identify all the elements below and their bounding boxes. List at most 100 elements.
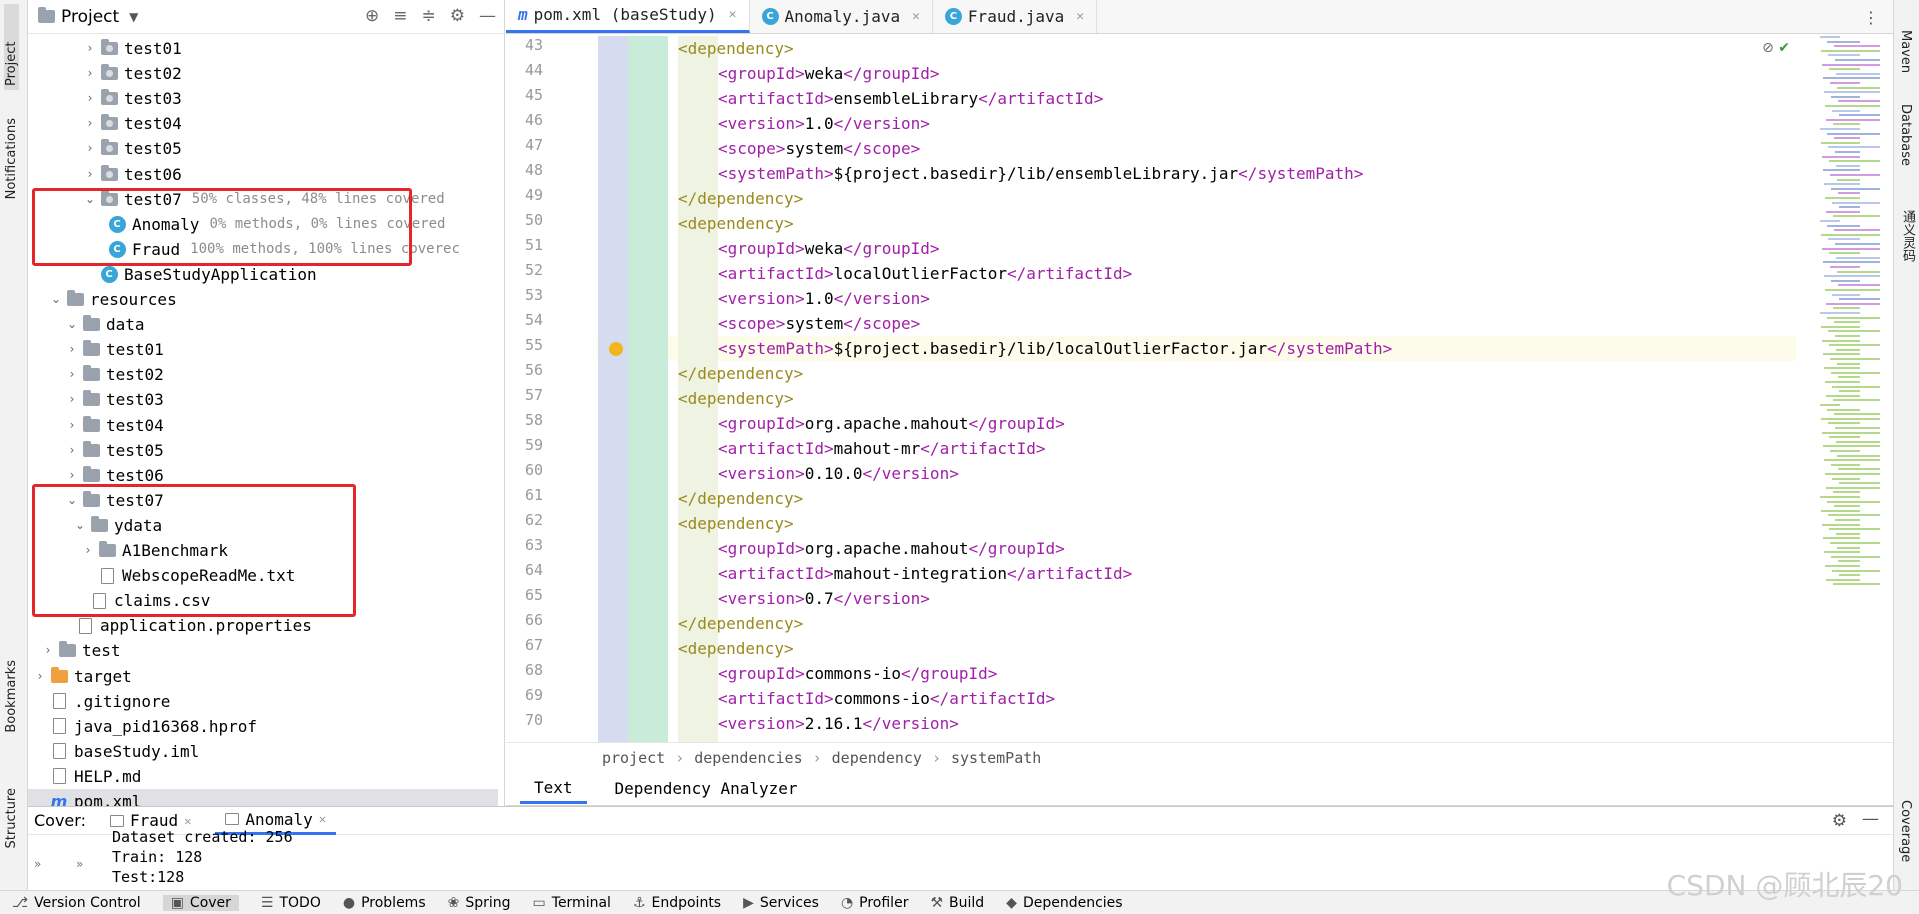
code-line: <artifactId>mahout-integration</artifact… — [718, 564, 1133, 583]
chevron-right-icon[interactable]: › — [64, 362, 80, 387]
tree-item[interactable]: › test02 — [82, 61, 182, 86]
expand-icon[interactable]: » — [34, 857, 41, 871]
breadcrumb-item[interactable]: dependencies — [694, 749, 802, 767]
tree-item-label: HELP.md — [74, 766, 142, 786]
chevron-right-icon[interactable]: › — [64, 413, 80, 438]
close-icon[interactable]: ✕ — [1076, 9, 1084, 24]
tab-fraud-java[interactable]: C Fraud.java ✕ — [933, 0, 1098, 33]
collapse-all-icon[interactable]: ≑ — [422, 6, 436, 26]
tab-label: Fraud.java — [967, 6, 1065, 26]
tree-item[interactable]: › test04 — [64, 413, 164, 438]
chevron-right-icon[interactable]: › — [40, 638, 56, 663]
tree-item[interactable]: ⌄ data — [64, 312, 145, 337]
chevron-right-icon[interactable]: › — [64, 438, 80, 463]
chevron-right-icon[interactable]: › — [82, 111, 98, 136]
project-panel-title[interactable]: Project — [61, 7, 119, 27]
tree-item[interactable]: › test03 — [82, 86, 182, 111]
chevron-right-icon[interactable]: › — [82, 86, 98, 111]
tree-item[interactable]: › test03 — [64, 387, 164, 412]
reader-mode-icon[interactable]: ⊘ ✔ — [1762, 40, 1790, 56]
tree-item[interactable]: › test05 — [64, 438, 164, 463]
maven-tool-button[interactable]: Maven — [1898, 30, 1913, 73]
tree-item[interactable]: › test06 — [82, 162, 182, 187]
minimap-stripe — [1831, 463, 1860, 466]
minimap-stripe — [1831, 371, 1880, 374]
breadcrumb-item[interactable]: dependency — [832, 749, 922, 767]
chevron-down-icon[interactable]: ⌄ — [48, 287, 64, 312]
tree-item[interactable]: › test01 — [64, 337, 164, 362]
structure-tool-button[interactable]: Structure — [4, 788, 19, 848]
toolbar-endpoints[interactable]: ⚓ Endpoints — [633, 895, 721, 911]
toolbar-dependencies[interactable]: ◆ Dependencies — [1006, 895, 1122, 911]
tree-item[interactable]: › target — [32, 664, 132, 689]
tab-pom-xml[interactable]: m pom.xml (baseStudy) ✕ — [506, 0, 750, 33]
chevron-right-icon[interactable]: › — [82, 162, 98, 187]
project-tool-button[interactable]: Project — [4, 4, 19, 90]
chevron-right-icon[interactable]: › — [64, 337, 80, 362]
tab-anomaly-java[interactable]: C Anomaly.java ✕ — [750, 0, 933, 33]
chevron-right-icon[interactable]: › — [64, 387, 80, 412]
chevron-right-icon[interactable]: › — [82, 61, 98, 86]
locate-icon[interactable]: ⊕ — [365, 6, 379, 26]
chevron-right-icon[interactable]: › — [82, 136, 98, 161]
close-icon[interactable]: ✕ — [729, 7, 737, 22]
minimap-stripe — [1835, 335, 1860, 337]
close-icon[interactable]: ✕ — [184, 814, 191, 828]
toolbar-todo[interactable]: ☰ TODO — [261, 895, 321, 911]
tree-item-label: test02 — [106, 365, 164, 385]
bookmarks-tool-button[interactable]: Bookmarks — [4, 660, 19, 733]
toolbar-spring[interactable]: ❀ Spring — [448, 895, 511, 911]
close-icon[interactable]: ✕ — [319, 812, 326, 826]
chevron-right-icon[interactable]: › — [32, 664, 48, 689]
tree-item[interactable]: .gitignore — [32, 689, 170, 714]
tree-item[interactable]: java_pid16368.hprof — [32, 714, 257, 739]
chevron-down-icon[interactable]: ▼ — [129, 10, 138, 24]
chevron-down-icon[interactable]: ⌄ — [64, 312, 80, 337]
tree-item[interactable]: › test01 — [82, 36, 182, 61]
database-tool-button[interactable]: Database — [1898, 104, 1913, 166]
tongyi-tool-button[interactable]: 通义灵码 — [1898, 210, 1917, 262]
toolbar-profiler[interactable]: ◔ Profiler — [841, 895, 909, 911]
expand-icon[interactable]: » — [76, 857, 83, 871]
error-stripe-minimap[interactable] — [1820, 36, 1893, 736]
breadcrumb-item[interactable]: systemPath — [951, 749, 1041, 767]
tree-item[interactable]: baseStudy.iml — [32, 739, 199, 764]
lightbulb-icon[interactable] — [609, 342, 623, 356]
minimap-stripe — [1832, 201, 1880, 204]
minimap-stripe — [1828, 54, 1860, 57]
gear-icon[interactable]: ⚙ — [450, 6, 465, 26]
gear-icon[interactable]: ⚙ — [1832, 811, 1847, 831]
toolbar-cover[interactable]: ▣ Cover — [162, 894, 239, 911]
expand-all-icon[interactable]: ≡ — [393, 6, 407, 26]
breadcrumb-item[interactable]: project — [602, 749, 665, 767]
notifications-tool-button[interactable]: Notifications — [4, 118, 19, 199]
more-tabs-icon[interactable]: ⋮ — [1863, 8, 1879, 27]
left-tool-strip: Project Notifications Bookmarks Structur… — [0, 0, 28, 890]
tree-item[interactable]: › test02 — [64, 362, 164, 387]
toolbar-services[interactable]: ▶ Services — [743, 895, 819, 911]
hide-icon[interactable]: — — [479, 6, 496, 26]
tree-item[interactable]: ⌄ resources — [48, 287, 177, 312]
toolbar-build[interactable]: ⚒ Build — [930, 895, 984, 911]
tree-item[interactable]: application.properties — [58, 613, 312, 638]
tab-text[interactable]: Text — [520, 774, 587, 804]
minimap-stripe — [1836, 164, 1860, 167]
tool-label: Profiler — [859, 894, 909, 911]
code-view[interactable]: 43 44 45 46 47 48 49 50 51 52 53 54 55 56 57 58 59 60 61 62… — [506, 36, 1796, 742]
toolbar-problems[interactable]: ● Problems — [343, 895, 426, 911]
close-icon[interactable]: ✕ — [912, 9, 920, 24]
toolbar-terminal[interactable]: ▭ Terminal — [533, 895, 611, 911]
minimap-stripe — [1820, 128, 1860, 130]
tree-item[interactable]: HELP.md — [32, 764, 141, 789]
hide-icon[interactable]: — — [1862, 809, 1879, 829]
tree-item[interactable]: › test05 — [82, 136, 182, 161]
toolbar-version-control[interactable]: ⎇ Version Control — [12, 895, 141, 911]
tree-item[interactable]: › test04 — [82, 111, 182, 136]
tab-dependency-analyzer[interactable]: Dependency Analyzer — [615, 779, 798, 798]
minimap-stripe — [1824, 367, 1860, 370]
tool-label: Cover — [189, 894, 231, 911]
coverage-tool-button[interactable]: Coverage — [1898, 800, 1913, 862]
chevron-right-icon[interactable]: › — [82, 36, 98, 61]
tree-item[interactable]: › test — [40, 638, 121, 663]
minimap-stripe — [1820, 404, 1840, 406]
